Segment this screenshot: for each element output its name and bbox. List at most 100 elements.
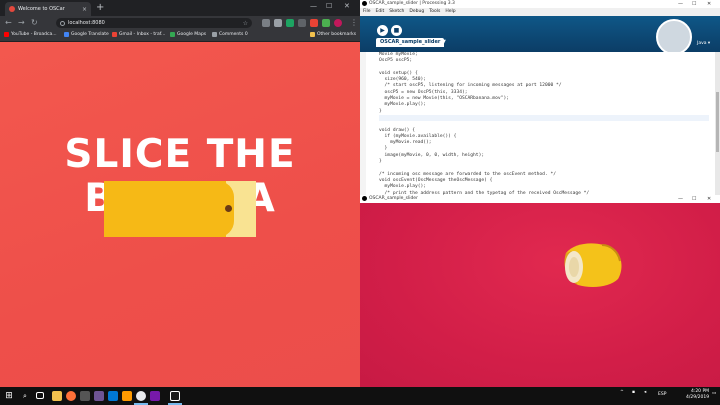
url-input[interactable] [68,20,218,26]
menu-edit[interactable]: Edit [376,8,385,16]
gmail-icon [112,32,117,37]
windows-taskbar: ⊞ ⌕ ^ ▪ ◂ ESP 4:20 PM 4/29/2019 ▭ [0,387,720,405]
extension-icon[interactable] [286,19,294,27]
extension-icon[interactable] [298,19,306,27]
tab-close-icon[interactable]: × [82,6,87,13]
tab-strip: Welcome to OSCar × + — ☐ ✕ [0,0,360,16]
code-line [379,114,709,122]
code-line: void draw() { [379,127,415,133]
sketch-output-window: OSCAR_sample_slider — ☐ ✕ [360,195,720,387]
system-clock[interactable]: 4:20 PM 4/29/2019 [686,389,709,401]
start-button[interactable]: ⊞ [4,391,14,401]
menu-debug[interactable]: Debug [409,8,424,16]
code-line: oscP5 = new OscP5(this, 3334); [379,89,468,95]
editor-scrollbar[interactable] [715,52,720,195]
code-line: /* start oscP5, listening for incoming m… [379,83,562,89]
github-icon[interactable] [94,391,104,401]
slice-slider[interactable] [104,181,256,237]
language-indicator[interactable]: ESP [658,392,666,397]
minimize-button[interactable]: — [678,0,683,8]
banana-piece-image [564,243,622,287]
tab-menu-arrow-icon[interactable]: ▼ [442,39,446,45]
search-button[interactable]: ⌕ [20,391,30,401]
browser-menu-icon[interactable]: ⋮ [350,18,358,27]
code-line: if (myMovie.available()) { [379,133,457,139]
task-view-icon[interactable] [36,392,44,399]
menu-sketch[interactable]: Sketch [389,8,404,16]
maximize-button[interactable]: ☐ [326,2,332,10]
clock-date: 4/29/2019 [686,395,710,400]
code-line: OscP5 oscP5; [379,58,413,64]
maps-icon [170,32,175,37]
reload-button[interactable]: ↻ [31,17,38,29]
processing-icon[interactable] [170,391,180,401]
bookmark-item[interactable]: YouTube - Broadca... [4,32,57,37]
network-icon[interactable]: ▪ [632,390,635,395]
avatar[interactable] [334,19,342,27]
volume-icon[interactable]: ◂ [644,390,646,395]
tab-sketch[interactable]: OSCAR_sample_slider [376,38,445,47]
mode-badge-icon[interactable] [656,19,692,55]
bookmark-label: Google Maps [177,32,207,37]
bookmark-label: Comments 0 [219,32,248,37]
close-window-button[interactable]: ✕ [344,2,350,10]
menu-file[interactable]: File [363,8,371,16]
minimize-button[interactable]: — [310,2,317,10]
folder-icon [310,32,315,37]
bookmark-item[interactable]: Comments 0 [212,32,248,37]
onenote-icon[interactable] [150,391,160,401]
bookmark-item[interactable]: Google Translate [64,32,109,37]
file-explorer-icon[interactable] [52,391,62,401]
menu-help[interactable]: Help [445,8,455,16]
forward-button[interactable]: → [18,17,25,29]
code-line: myMovie = new Movie(this, "OSCARbanana.m… [379,96,509,102]
slider-handle[interactable] [224,205,232,212]
processing-logo-icon [362,1,367,6]
code-line: myMovie.play(); [379,184,427,190]
maximize-button[interactable]: ☐ [692,0,696,8]
illustrator-icon[interactable] [122,391,132,401]
tab-welcome[interactable]: Welcome to OSCar × [5,2,91,16]
info-icon[interactable] [60,20,65,26]
headline-line-1: SLICE THE [64,132,296,177]
mode-selector[interactable]: Java ▾ [697,41,710,46]
code-line: } [379,146,388,152]
close-window-button[interactable]: ✕ [707,0,711,8]
extension-icon[interactable] [322,19,330,27]
code-line: Movie myMovie; [379,52,418,57]
stop-button[interactable]: ■ [391,25,402,36]
youtube-icon [4,32,9,37]
extension-icon[interactable] [310,19,318,27]
scrollbar-thumb[interactable] [716,92,719,152]
chrome-icon[interactable] [136,391,146,401]
new-tab-button[interactable]: + [96,2,104,14]
ide-toolbar: ▶ ■ OSCAR_sample_slider ▼ Java ▾ [360,16,720,55]
tray-arrow-icon[interactable]: ^ [620,390,624,395]
other-bookmarks[interactable]: Other bookmarks [310,32,356,37]
bookmark-item[interactable]: Google Maps [170,32,206,37]
bookmark-star-icon[interactable]: ☆ [243,20,248,27]
extension-icon[interactable] [262,19,270,27]
code-line: void oscEvent(OscMessage theOscMessage) … [379,177,493,183]
back-button[interactable]: ← [5,17,12,29]
menu-tools[interactable]: Tools [429,8,440,16]
run-button[interactable]: ▶ [377,25,388,36]
vscode-icon[interactable] [108,391,118,401]
firefox-icon[interactable] [66,391,76,401]
bookmark-item[interactable]: Gmail - Inbox - traf... [112,32,165,37]
ide-title-bar: OSCAR_sample_slider | Processing 3.3 — ☐… [360,0,720,8]
address-bar[interactable]: ☆ [56,18,252,28]
tab-title: Welcome to OSCar [18,6,65,12]
code-text[interactable]: Movie myMovie; OscP5 oscP5; void setup()… [379,52,709,195]
extension-icon[interactable] [274,19,282,27]
code-line: myMovie.read(); [379,140,432,146]
notifications-icon[interactable]: ▭ [712,391,716,396]
terminal-icon[interactable] [80,391,90,401]
code-line: void setup() { [379,70,418,76]
code-editor[interactable]: Movie myMovie; OscP5 oscP5; void setup()… [360,52,715,195]
bookmark-label: Google Translate [71,32,109,37]
bookmarks-bar: YouTube - Broadca... Google Translate Gm… [0,30,360,42]
